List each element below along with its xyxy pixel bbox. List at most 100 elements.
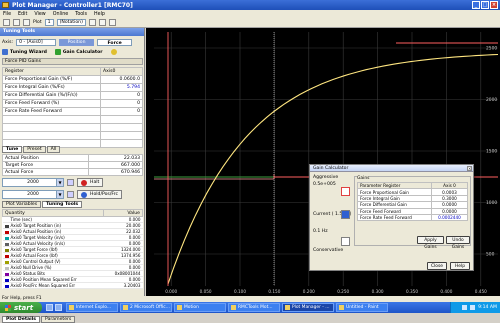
desktop-icon[interactable] <box>46 304 53 311</box>
close-button[interactable]: × <box>490 1 498 9</box>
title-bar: Plot Manager - Controller1 [RMC70] _ □ × <box>0 0 500 10</box>
close-button[interactable]: Close <box>427 262 447 270</box>
quantity-name: Time (sec) <box>10 217 32 222</box>
gain-calculator-button[interactable]: Gain Calculator <box>54 49 103 55</box>
taskbar-item[interactable]: Untitled - Paint <box>336 303 388 312</box>
halt-button[interactable]: Halt <box>77 178 104 187</box>
series-swatch <box>4 242 9 246</box>
high-knob[interactable] <box>341 187 350 196</box>
plot-label: Plot <box>33 20 42 25</box>
gain-value[interactable]: 0 <box>100 107 143 116</box>
menu-view[interactable]: View <box>34 12 45 17</box>
low-knob[interactable] <box>341 237 350 246</box>
series-swatch <box>4 284 9 288</box>
chevron-down-icon[interactable]: ▼ <box>56 191 63 198</box>
aggressiveness-slider[interactable]: Aggressive 0.5e+005 Current ( 1.5 Hz) 0.… <box>313 175 353 257</box>
dialog-close-icon[interactable]: × <box>467 166 472 171</box>
pan-icon[interactable] <box>108 19 116 26</box>
menu-tools[interactable]: Tools <box>75 12 87 17</box>
help-icon[interactable] <box>110 49 117 55</box>
gain-row: Force Differential Gain (%/(F/s)) 0 <box>2 91 143 100</box>
dialog-gain-name: Force Rate Feed Forward <box>357 213 432 222</box>
taskbar-item[interactable]: RMCTools Mot... <box>228 303 280 312</box>
new-plot-icon[interactable] <box>3 19 10 26</box>
gain-value[interactable] <box>100 131 143 140</box>
gain-name: Force Feed Forward (%) <box>2 99 101 108</box>
taskbar-item[interactable]: 2 Microsoft Offic... <box>120 303 172 312</box>
y-tick-label: 1000 <box>486 200 497 206</box>
app-icon <box>2 2 9 8</box>
quantity-row[interactable]: Axis0 Pos/Frc Mean Squared Err 3.20403 <box>2 282 143 289</box>
force-mode-button[interactable]: Force <box>97 38 133 46</box>
tab-parameters[interactable]: Parameters <box>41 316 76 323</box>
tab-tuning-tools[interactable]: Tuning Tools <box>42 201 83 208</box>
tuning-wizard-button[interactable]: Tuning Wizard <box>2 49 47 55</box>
hold-icon <box>81 191 87 198</box>
quantity-name: Axis0 Null Drive (%) <box>10 265 52 270</box>
command-row-2: 2000 ▼ Hold/Pos/Frc <box>2 189 143 200</box>
tab-all[interactable]: All <box>46 146 61 153</box>
undo-gains-button[interactable]: Undo Gains <box>446 236 470 250</box>
gain-value[interactable] <box>100 115 143 124</box>
quantity-header: Quantity <box>2 209 104 217</box>
current-knob[interactable] <box>341 210 350 219</box>
volume-icon[interactable] <box>470 305 476 310</box>
cursor-icon[interactable] <box>98 19 106 26</box>
tab-preset[interactable]: Preset <box>23 146 46 153</box>
network-icon[interactable] <box>462 305 468 310</box>
gain-value[interactable]: 5.794 <box>100 83 143 92</box>
chevron-down-icon[interactable]: ▼ <box>56 179 63 186</box>
series-swatch <box>4 272 9 276</box>
window-title: Plot Manager - Controller1 [RMC70] <box>12 1 133 9</box>
gain-value[interactable]: 0 <box>100 91 143 100</box>
axis-select[interactable]: 0 - [Axis0] <box>16 38 57 46</box>
menu-edit[interactable]: Edit <box>18 12 27 17</box>
browser-icon[interactable] <box>55 304 62 311</box>
print-icon[interactable] <box>23 19 30 26</box>
y-tick-label: 1500 <box>486 149 497 155</box>
command-value-input-1[interactable]: 2000 ▼ <box>2 178 64 187</box>
gain-row <box>2 123 143 132</box>
go-icon[interactable] <box>67 191 74 198</box>
readouts-table: Actual Position 22.033 Target Force 667.00… <box>1 154 143 176</box>
series-swatch <box>4 236 9 240</box>
gain-name: Force Integral Gain (%/Fs) <box>2 83 101 92</box>
apply-gains-button[interactable]: Apply Gains <box>417 236 444 250</box>
menu-file[interactable]: File <box>3 12 11 17</box>
tab-tune[interactable]: Tune <box>2 146 23 153</box>
x-tick-label: 0.300 <box>372 289 384 294</box>
quantity-name: Axis0 Target Force (lbf) <box>10 247 58 252</box>
gain-value[interactable] <box>100 123 143 132</box>
calculator-icon <box>54 49 61 55</box>
minimize-button[interactable]: _ <box>472 1 480 9</box>
taskbar-item[interactable]: Plot Manager - ... <box>282 303 334 312</box>
quantity-name: Axis0 Target Position (in) <box>10 223 62 228</box>
hold-button[interactable]: Hold/Pos/Frc <box>77 190 122 199</box>
taskbar-item[interactable]: Internet Explo... <box>66 303 118 312</box>
wand-icon <box>2 49 8 55</box>
gain-value[interactable] <box>100 139 143 148</box>
gain-value[interactable]: 0 <box>100 99 143 108</box>
command-value-input-2[interactable]: 2000 ▼ <box>2 190 64 199</box>
tab-plot-variables[interactable]: Plot Variables <box>2 201 42 208</box>
readout-name: Target Force <box>1 161 90 169</box>
plot-number-select[interactable]: 1 <box>44 19 54 26</box>
menu-online[interactable]: Online <box>53 12 68 17</box>
template-select[interactable]: (Notation) <box>56 19 86 26</box>
gain-name <box>2 131 101 140</box>
gain-row: Force Proportional Gain (%/F) 0.0600.0 <box>2 75 143 84</box>
readout-value: 670.946 <box>88 168 143 176</box>
save-icon[interactable] <box>13 19 20 26</box>
gain-value[interactable]: 0.0600.0 <box>100 75 143 84</box>
tab-plot-details[interactable]: Plot Details <box>2 316 41 323</box>
readout-name: Actual Force <box>1 168 90 176</box>
start-button[interactable]: start <box>0 302 42 313</box>
position-mode-button[interactable]: Position <box>59 38 95 46</box>
go-icon[interactable] <box>67 179 74 186</box>
menu-help[interactable]: Help <box>94 12 105 17</box>
gain-name: Force Proportional Gain (%/F) <box>2 75 101 84</box>
taskbar-item[interactable]: Motion <box>174 303 226 312</box>
help-button[interactable]: Help <box>450 262 470 270</box>
zoom-icon[interactable] <box>88 19 96 26</box>
maximize-button[interactable]: □ <box>481 1 489 9</box>
